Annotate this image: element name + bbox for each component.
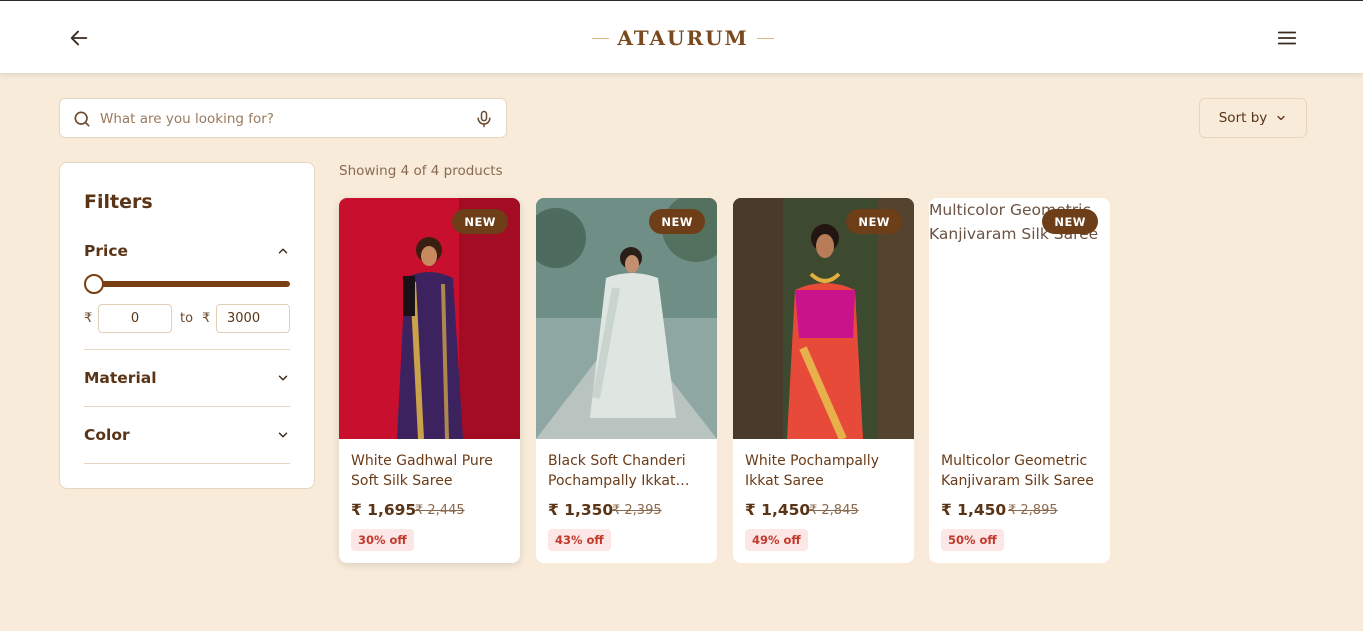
price-range-slider[interactable] bbox=[84, 273, 290, 295]
product-price: ₹ 1,695 bbox=[351, 501, 417, 519]
product-price: ₹ 1,450 bbox=[745, 501, 811, 519]
product-image bbox=[536, 198, 717, 439]
discount-badge: 30% off bbox=[351, 529, 414, 551]
chevron-down-icon bbox=[1277, 115, 1285, 121]
product-name: White Gadhwal Pure Soft Silk Saree bbox=[351, 453, 493, 489]
product-card[interactable]: NEW White Pochampally Ikkat Saree ₹ 1,45… bbox=[733, 198, 914, 563]
microphone-icon[interactable] bbox=[474, 109, 494, 129]
search-input[interactable] bbox=[100, 107, 460, 131]
hamburger-menu-icon bbox=[1277, 31, 1297, 45]
sort-dropdown[interactable]: Sort by bbox=[1199, 98, 1307, 138]
slider-track bbox=[90, 281, 290, 287]
material-filter-header[interactable]: Material bbox=[84, 366, 290, 390]
color-filter-header[interactable]: Color bbox=[84, 423, 290, 447]
divider bbox=[84, 349, 290, 350]
product-image bbox=[733, 198, 914, 439]
divider bbox=[84, 406, 290, 407]
product-mrp: ₹ 2,895 bbox=[1008, 503, 1058, 518]
product-price: ₹ 1,450 bbox=[941, 501, 1007, 519]
product-name: Multicolor Geometric Kanjivaram Silk Sar… bbox=[941, 453, 1094, 489]
menu-button[interactable] bbox=[1275, 26, 1299, 50]
filters-title: Filters bbox=[84, 191, 153, 213]
logo-divider-right bbox=[756, 37, 774, 39]
new-badge: NEW bbox=[1042, 209, 1098, 234]
logo-divider-left bbox=[592, 37, 610, 39]
material-filter-label: Material bbox=[84, 369, 157, 387]
chevron-up-icon bbox=[278, 248, 288, 254]
price-range-inputs: ₹ to ₹ bbox=[84, 304, 294, 334]
search-icon bbox=[74, 111, 90, 127]
product-image bbox=[339, 198, 520, 439]
max-price-input[interactable] bbox=[216, 304, 290, 333]
product-image-placeholder: Multicolor Geometric Kanjivaram Silk Sar… bbox=[929, 198, 1110, 439]
brand-name: ATAURUM bbox=[617, 26, 749, 50]
currency-symbol: ₹ bbox=[84, 311, 93, 326]
back-button[interactable] bbox=[66, 25, 92, 51]
product-card[interactable]: NEW Black Soft Chanderi Pochampally Ikka… bbox=[536, 198, 717, 563]
search-bar bbox=[59, 98, 507, 138]
chevron-down-icon bbox=[278, 432, 288, 438]
product-card[interactable]: Multicolor Geometric Kanjivaram Silk Sar… bbox=[929, 198, 1110, 563]
slider-thumb[interactable] bbox=[84, 274, 104, 294]
new-badge: NEW bbox=[649, 209, 705, 234]
arrow-left-icon bbox=[70, 30, 88, 46]
min-price-input[interactable] bbox=[98, 304, 172, 333]
chevron-down-icon bbox=[278, 375, 288, 381]
filters-panel: Filters Price ₹ to ₹ Material Color bbox=[59, 162, 315, 489]
product-name: White Pochampally Ikkat Saree bbox=[745, 453, 879, 489]
discount-badge: 50% off bbox=[941, 529, 1004, 551]
brand-logo[interactable]: ATAURUM bbox=[592, 23, 774, 53]
new-badge: NEW bbox=[452, 209, 508, 234]
product-mrp: ₹ 2,395 bbox=[612, 503, 662, 518]
new-badge: NEW bbox=[846, 209, 902, 234]
product-price: ₹ 1,350 bbox=[548, 501, 614, 519]
top-header: ATAURUM bbox=[0, 0, 1363, 73]
price-filter-label: Price bbox=[84, 242, 129, 260]
product-card[interactable]: NEW White Gadhwal Pure Soft Silk Saree ₹… bbox=[339, 198, 520, 563]
discount-badge: 49% off bbox=[745, 529, 808, 551]
results-count: Showing 4 of 4 products bbox=[339, 163, 503, 179]
currency-symbol: ₹ bbox=[202, 311, 211, 326]
product-name: Black Soft Chanderi Pochampally Ikkat Sa… bbox=[548, 453, 686, 489]
discount-badge: 43% off bbox=[548, 529, 611, 551]
divider bbox=[84, 463, 290, 464]
sort-label: Sort by bbox=[1218, 110, 1268, 126]
product-mrp: ₹ 2,845 bbox=[809, 503, 859, 518]
price-filter-header[interactable]: Price bbox=[84, 239, 290, 263]
to-label: to bbox=[180, 311, 194, 326]
product-mrp: ₹ 2,445 bbox=[415, 503, 465, 518]
color-filter-label: Color bbox=[84, 426, 130, 444]
